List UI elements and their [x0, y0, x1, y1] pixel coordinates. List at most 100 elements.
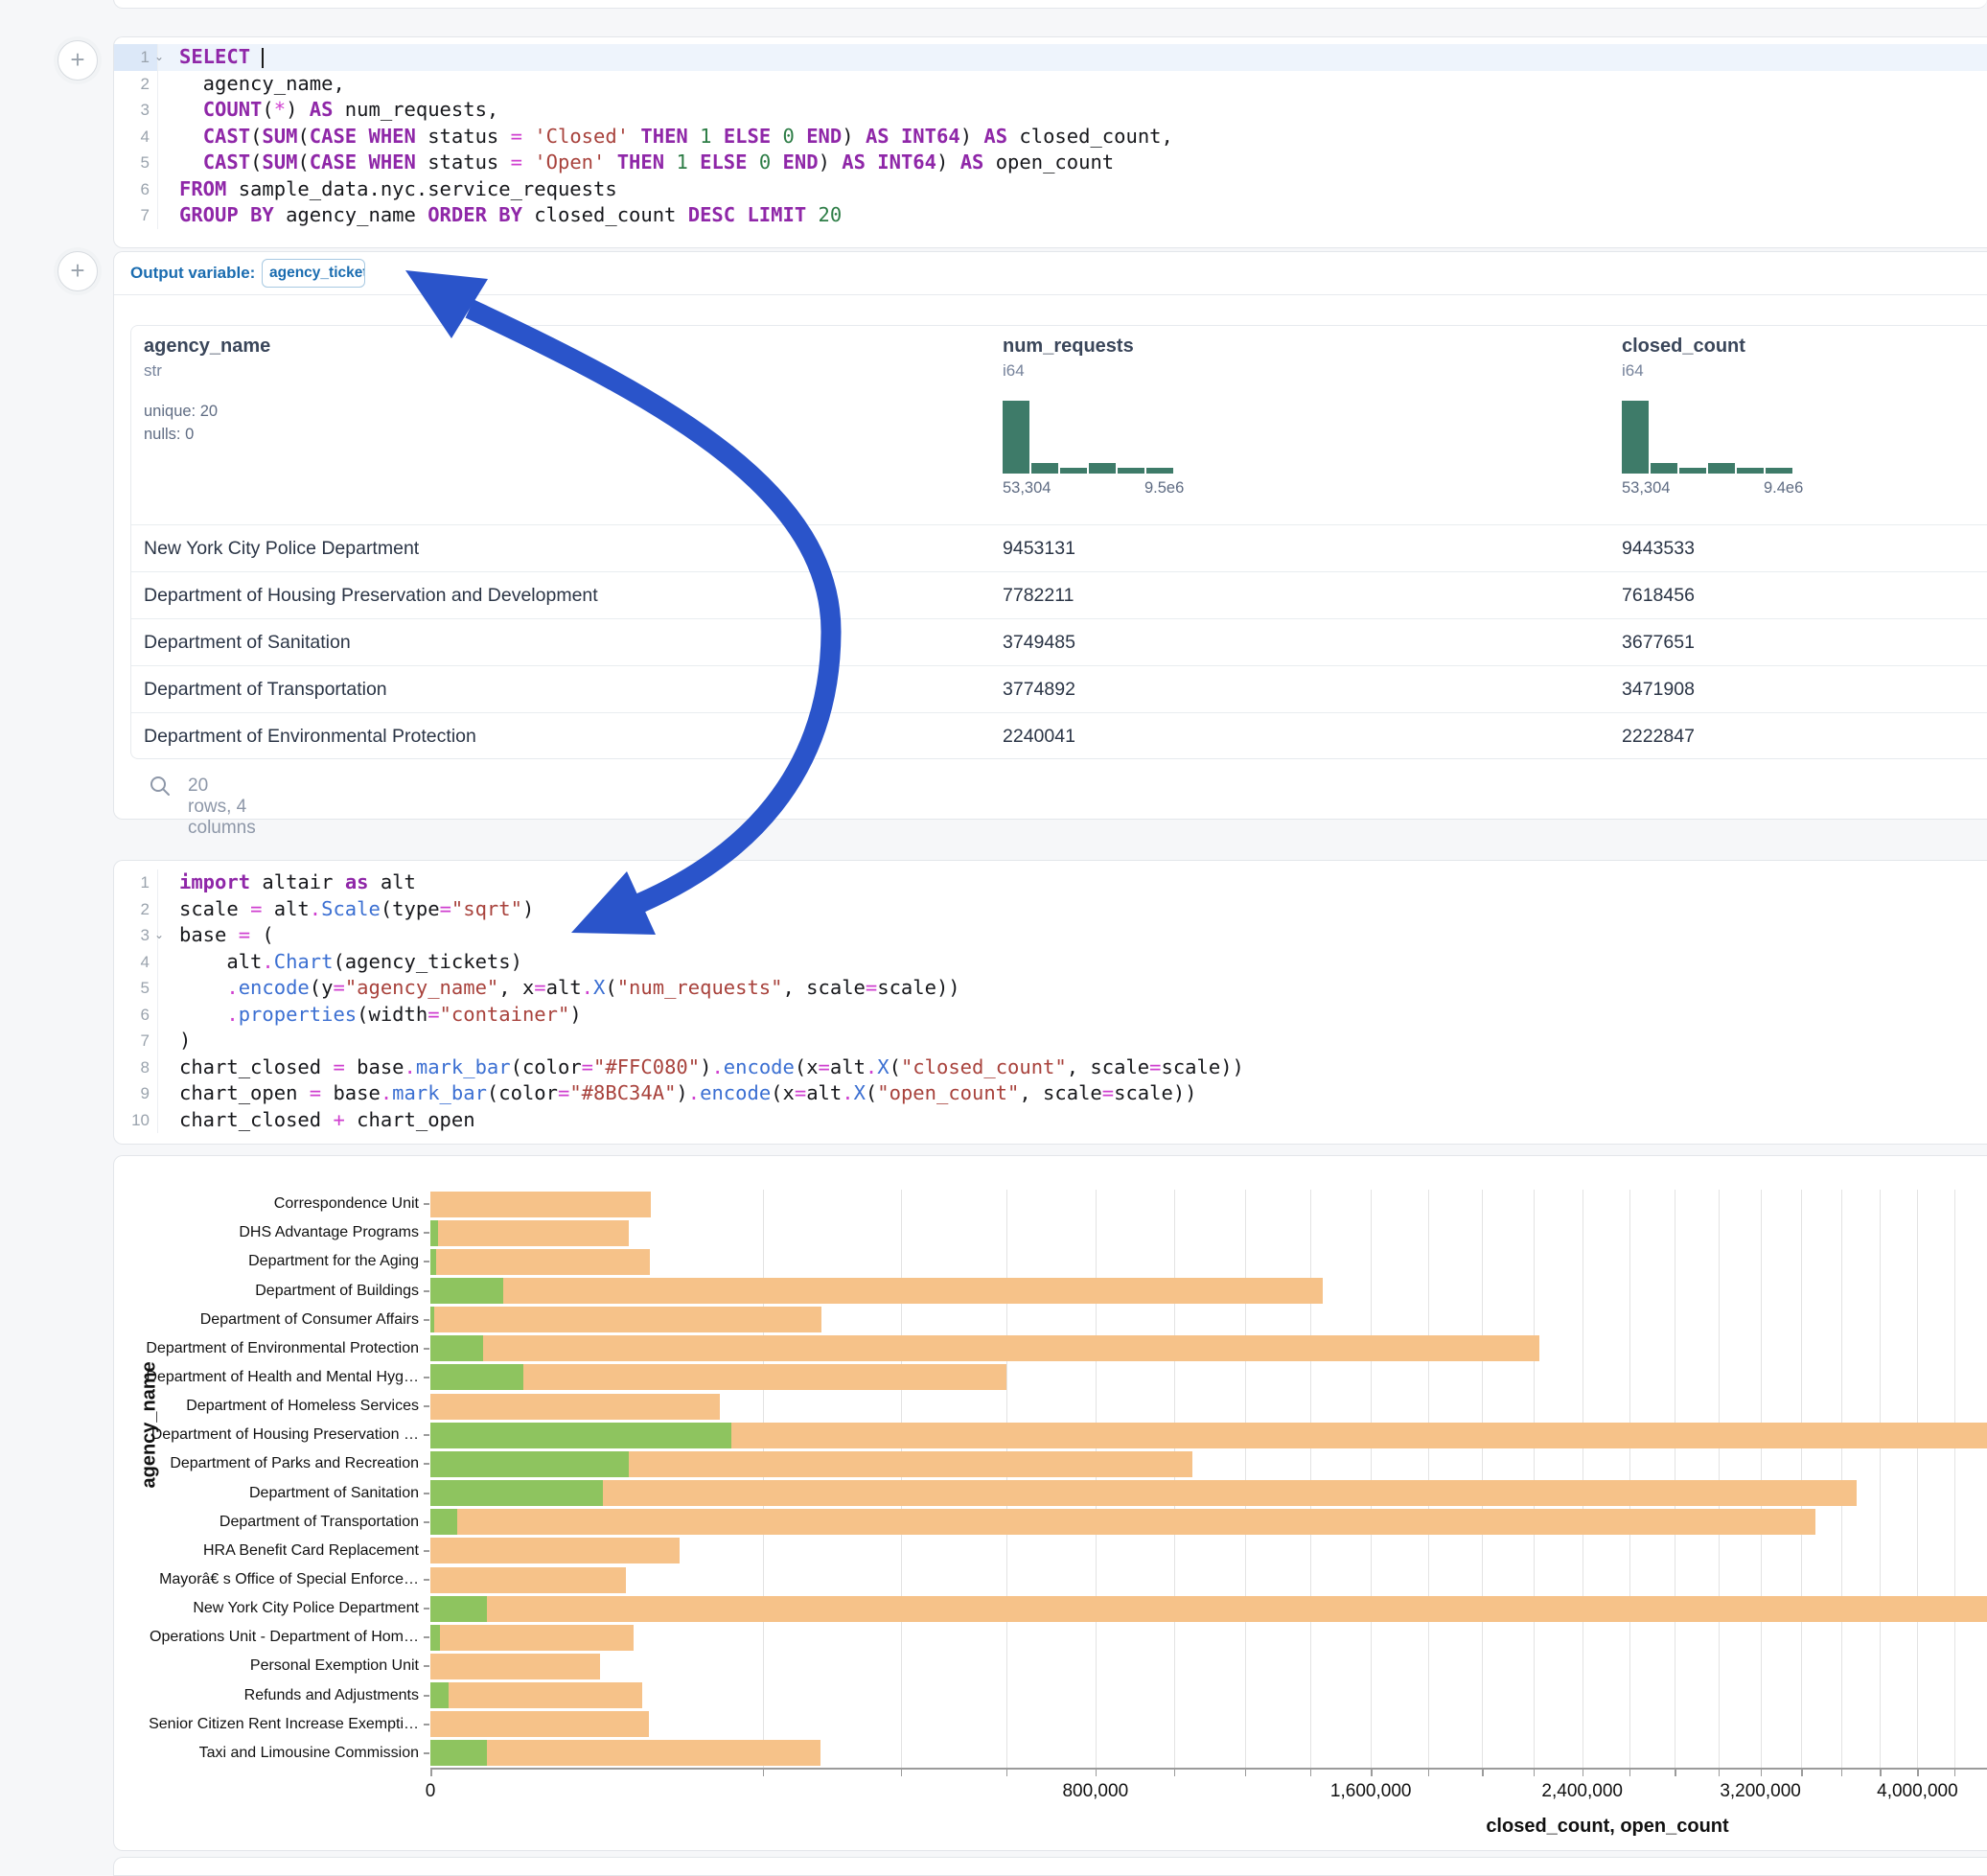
- line-number: 3: [114, 97, 158, 124]
- sql-code-editor[interactable]: 1⌄SELECT 2 agency_name,3 COUNT(*) AS num…: [114, 44, 1987, 229]
- gridline: [1174, 1190, 1175, 1768]
- histogram-bar: [1003, 401, 1029, 474]
- code-line[interactable]: 10chart_closed + chart_open: [114, 1107, 1987, 1134]
- table-row[interactable]: Department of Sanitation37494853677651: [131, 618, 1987, 665]
- bar-open-count: [430, 1451, 629, 1477]
- gridline: [1841, 1190, 1842, 1768]
- column-header[interactable]: num_requestsi6453,3049.5e6: [1003, 336, 1134, 381]
- add-cell-button[interactable]: +: [58, 40, 98, 81]
- code-text: COUNT(*) AS num_requests,: [158, 97, 498, 124]
- cell-value: 3471908: [1622, 679, 1695, 701]
- line-number: 2: [114, 896, 158, 923]
- x-axis-tick: [1583, 1770, 1584, 1776]
- previous-cell-edge: [113, 0, 1987, 9]
- code-line[interactable]: 7GROUP BY agency_name ORDER BY closed_co…: [114, 202, 1987, 229]
- code-line[interactable]: 7): [114, 1028, 1987, 1054]
- code-text: CAST(SUM(CASE WHEN status = 'Closed' THE…: [158, 124, 1173, 151]
- table-row[interactable]: Department of Housing Preservation and D…: [131, 571, 1987, 618]
- code-line[interactable]: 1⌄SELECT: [114, 44, 1987, 71]
- output-variable-row: Output variable: agency_tickets: [114, 252, 1987, 295]
- gridline: [1801, 1190, 1802, 1768]
- code-line[interactable]: 2scale = alt.Scale(type="sqrt"): [114, 896, 1987, 923]
- line-number: 6: [114, 176, 158, 203]
- column-header[interactable]: agency_namestrunique: 20nulls: 0: [144, 336, 270, 446]
- y-axis-label: Operations Unit - Department of Hom…: [122, 1629, 419, 1646]
- add-cell-button[interactable]: +: [58, 251, 98, 291]
- search-icon[interactable]: [149, 775, 172, 798]
- x-axis-line: [430, 1768, 1987, 1770]
- column-name: agency_name: [144, 336, 270, 358]
- python-code-cell[interactable]: 1import altair as alt2scale = alt.Scale(…: [113, 860, 1987, 1145]
- code-text: agency_name,: [158, 71, 345, 98]
- bar-closed-count: [430, 1220, 629, 1246]
- x-axis-tick: [1675, 1770, 1676, 1776]
- fold-chevron-icon[interactable]: ⌄: [154, 44, 164, 71]
- bar-open-count: [430, 1480, 603, 1506]
- code-line[interactable]: 6 .properties(width="container"): [114, 1002, 1987, 1029]
- code-text: FROM sample_data.nyc.service_requests: [158, 176, 617, 203]
- y-axis-tick: [424, 1203, 429, 1205]
- gridline: [1954, 1190, 1955, 1768]
- table-header: agency_namestrunique: 20nulls: 0num_requ…: [131, 326, 1987, 524]
- histogram-bar: [1060, 468, 1087, 474]
- code-line[interactable]: 1import altair as alt: [114, 869, 1987, 896]
- y-axis-label: Department of Sanitation: [122, 1485, 419, 1502]
- y-axis-label: Department of Health and Mental Hyg…: [122, 1369, 419, 1386]
- code-line[interactable]: 8chart_closed = base.mark_bar(color="#FF…: [114, 1054, 1987, 1081]
- cell-value: 3774892: [1003, 679, 1075, 701]
- table-row[interactable]: New York City Police Department945313194…: [131, 524, 1987, 571]
- cell-value: 7782211: [1003, 585, 1074, 607]
- y-axis-tick: [424, 1261, 429, 1262]
- code-text: .encode(y="agency_name", x=alt.X("num_re…: [158, 975, 960, 1002]
- y-axis-tick: [424, 1579, 429, 1581]
- column-histogram: [1622, 401, 1792, 474]
- x-axis-tick: [1719, 1770, 1721, 1776]
- bar-closed-count: [430, 1654, 600, 1679]
- line-number: 6: [114, 1002, 158, 1029]
- code-line[interactable]: 5 .encode(y="agency_name", x=alt.X("num_…: [114, 975, 1987, 1002]
- y-axis-tick: [424, 1348, 429, 1350]
- y-axis-tick: [424, 1550, 429, 1552]
- cell-value: 7618456: [1622, 585, 1695, 607]
- line-number: 4: [114, 124, 158, 151]
- bar-open-count: [430, 1740, 487, 1766]
- table-row[interactable]: Department of Environmental Protection22…: [131, 712, 1987, 759]
- code-line[interactable]: 6FROM sample_data.nyc.service_requests: [114, 176, 1987, 203]
- cell-agency-name: New York City Police Department: [144, 538, 419, 560]
- column-type: str: [144, 361, 270, 381]
- x-axis-tick: [1371, 1770, 1373, 1776]
- gridline: [1534, 1190, 1535, 1768]
- x-axis-tick: [1482, 1770, 1484, 1776]
- cell-agency-name: Department of Transportation: [144, 679, 387, 701]
- code-line[interactable]: 2 agency_name,: [114, 71, 1987, 98]
- code-line[interactable]: 9chart_open = base.mark_bar(color="#8BC3…: [114, 1080, 1987, 1107]
- sql-code-cell[interactable]: 1⌄SELECT 2 agency_name,3 COUNT(*) AS num…: [113, 36, 1987, 248]
- code-line[interactable]: 3⌄base = (: [114, 922, 1987, 949]
- cell-agency-name: Department of Housing Preservation and D…: [144, 585, 598, 607]
- bar-closed-count: [430, 1192, 651, 1217]
- code-text: chart_open = base.mark_bar(color="#8BC34…: [158, 1080, 1197, 1107]
- line-number: 2: [114, 71, 158, 98]
- code-line[interactable]: 4 alt.Chart(agency_tickets): [114, 949, 1987, 976]
- y-axis-tick: [424, 1724, 429, 1725]
- bar-closed-count: [430, 1335, 1539, 1361]
- histogram-bar: [1679, 468, 1706, 474]
- output-variable-pill[interactable]: agency_tickets: [262, 259, 365, 288]
- line-number: 4: [114, 949, 158, 976]
- x-axis-tick: [1761, 1770, 1763, 1776]
- histogram-bar: [1766, 468, 1792, 474]
- cell-value: 2240041: [1003, 726, 1075, 748]
- fold-chevron-icon[interactable]: ⌄: [154, 922, 164, 949]
- code-text: base = (: [158, 922, 274, 949]
- cell-value: 9453131: [1003, 538, 1075, 560]
- code-line[interactable]: 5 CAST(SUM(CASE WHEN status = 'Open' THE…: [114, 150, 1987, 176]
- column-header[interactable]: closed_counti6453,3049.4e6: [1622, 336, 1745, 381]
- python-code-editor[interactable]: 1import altair as alt2scale = alt.Scale(…: [114, 869, 1987, 1133]
- code-line[interactable]: 3 COUNT(*) AS num_requests,: [114, 97, 1987, 124]
- code-line[interactable]: 4 CAST(SUM(CASE WHEN status = 'Closed' T…: [114, 124, 1987, 151]
- bar-closed-count: [430, 1307, 821, 1332]
- column-type: i64: [1622, 361, 1745, 381]
- x-axis-tick-label: 0: [363, 1781, 497, 1802]
- x-axis-tick: [1096, 1770, 1097, 1776]
- table-row[interactable]: Department of Transportation 3774892 34719…: [131, 665, 1987, 712]
